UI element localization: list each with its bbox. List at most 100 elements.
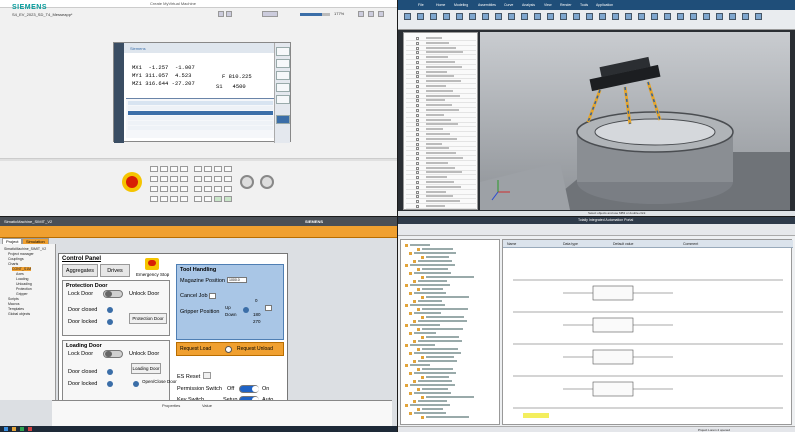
tree-row[interactable]	[406, 157, 476, 161]
mcp-key[interactable]	[150, 196, 158, 202]
tree-row[interactable]	[406, 166, 476, 171]
mcp-key[interactable]	[150, 166, 158, 172]
explorer-icon[interactable]	[12, 427, 16, 431]
tree-row[interactable]	[406, 113, 476, 118]
tree-row[interactable]	[406, 161, 476, 166]
softkey-6[interactable]	[276, 115, 290, 124]
checkbox-icon[interactable]	[416, 113, 419, 117]
magazine-position-input[interactable]: 1000.0	[227, 277, 247, 283]
ribbon-tool-icon[interactable]	[534, 13, 541, 20]
tree-row[interactable]	[406, 152, 476, 157]
gripper-rotate-button[interactable]	[265, 305, 272, 311]
ribbon-tool-icon[interactable]	[560, 13, 567, 20]
nav-item[interactable]: Gripper	[16, 292, 28, 296]
checkbox-icon[interactable]	[416, 205, 419, 208]
drives-button[interactable]: Drives	[100, 264, 130, 277]
tree-row[interactable]	[406, 128, 476, 133]
ribbon-tool-icon[interactable]	[456, 13, 463, 20]
mcp-key[interactable]	[180, 186, 188, 192]
checkbox-icon[interactable]	[416, 99, 419, 103]
mcp-key[interactable]	[194, 196, 202, 202]
checkbox-icon[interactable]	[416, 109, 419, 112]
nav-item[interactable]: Charts	[8, 262, 18, 266]
mcp-key[interactable]	[170, 166, 178, 172]
checkbox-icon[interactable]	[416, 51, 419, 55]
nav-item[interactable]: Project manager	[8, 252, 34, 256]
tree-row[interactable]	[406, 205, 476, 209]
checkbox-icon[interactable]	[416, 166, 419, 170]
mcp-key[interactable]	[194, 186, 202, 192]
ribbon-tool-icon[interactable]	[521, 13, 528, 20]
loading-door-button[interactable]: Loading Door	[131, 363, 161, 374]
softkey-5[interactable]	[276, 95, 290, 104]
ribbon-tool-icon[interactable]	[755, 13, 762, 20]
spindle-override-knob[interactable]	[260, 175, 274, 189]
nav-item[interactable]: Templates	[8, 307, 24, 311]
tree-row[interactable]	[406, 137, 476, 142]
mcp-key[interactable]	[170, 196, 178, 202]
refresh-icon[interactable]	[218, 11, 224, 17]
ribbon-tool-icon[interactable]	[690, 13, 697, 20]
checkbox-icon[interactable]	[416, 85, 419, 88]
emergency-stop-icon[interactable]	[145, 258, 159, 270]
mcp-key[interactable]	[194, 176, 202, 182]
ribbon-tool-icon[interactable]	[482, 13, 489, 20]
ribbon-tool-icon[interactable]	[586, 13, 593, 20]
aggregates-button[interactable]: Aggregates	[62, 264, 98, 277]
screenshot-icon[interactable]	[368, 11, 374, 17]
checkbox-icon[interactable]	[416, 123, 419, 127]
graphics-window[interactable]	[480, 32, 790, 210]
checkbox-icon[interactable]	[416, 181, 419, 184]
feed-override-knob[interactable]	[240, 175, 254, 189]
mcp-key[interactable]	[160, 196, 168, 202]
app-icon[interactable]	[28, 427, 32, 431]
tree-row[interactable]	[406, 85, 476, 89]
ribbon-tool-icon[interactable]	[573, 13, 580, 20]
tree-row[interactable]	[406, 133, 476, 137]
tree-row[interactable]	[406, 56, 476, 61]
mcp-key[interactable]	[180, 176, 188, 182]
nav-item-selected[interactable]: CONT_S1M	[12, 267, 32, 271]
mcp-key[interactable]	[150, 176, 158, 182]
checkbox-icon[interactable]	[416, 75, 419, 79]
menu-icon[interactable]	[378, 11, 384, 17]
tree-row[interactable]	[406, 99, 476, 104]
project-tab[interactable]: S4_EV_2023_SD_T4_Messeapp*	[12, 12, 73, 17]
ribbon-tool-icon[interactable]	[651, 13, 658, 20]
mcp-key[interactable]	[204, 166, 212, 172]
checkbox-icon[interactable]	[416, 56, 419, 60]
app-icon[interactable]	[20, 427, 24, 431]
emergency-stop-button[interactable]	[122, 172, 142, 192]
checkbox-icon[interactable]	[416, 190, 419, 194]
block-editor[interactable]: Name Data type Default value Comment	[502, 239, 793, 425]
mcp-key[interactable]	[170, 176, 178, 182]
mcp-key[interactable]	[214, 196, 222, 202]
ribbon-tool-icon[interactable]	[599, 13, 606, 20]
mcp-key[interactable]	[180, 166, 188, 172]
tree-row[interactable]	[406, 51, 476, 56]
tree-row[interactable]	[406, 41, 476, 46]
checkbox-icon[interactable]	[416, 118, 419, 122]
tree-row[interactable]	[406, 190, 476, 195]
request-load-button[interactable]	[225, 346, 232, 353]
checkbox-icon[interactable]	[416, 41, 419, 45]
ribbon-tool-icon[interactable]	[729, 13, 736, 20]
nav-item[interactable]: Macros	[8, 302, 19, 306]
tree-row[interactable]	[406, 185, 476, 190]
hmi-machine-menu[interactable]	[114, 43, 124, 143]
tree-row[interactable]	[406, 46, 476, 51]
mcp-key[interactable]	[160, 166, 168, 172]
permission-switch-toggle[interactable]	[239, 385, 259, 393]
mcp-key[interactable]	[204, 176, 212, 182]
mcp-key[interactable]	[204, 196, 212, 202]
tree-row[interactable]	[406, 37, 476, 41]
ribbon-tool-icon[interactable]	[716, 13, 723, 20]
checkbox-icon[interactable]	[416, 185, 419, 189]
checkbox-icon[interactable]	[416, 142, 419, 146]
nav-item[interactable]: SimaticMachine_SIMIT_V2	[4, 247, 46, 251]
checkbox-icon[interactable]	[416, 89, 419, 93]
mcp-key[interactable]	[214, 176, 222, 182]
mcp-key[interactable]	[224, 186, 232, 192]
tree-row[interactable]	[406, 118, 476, 123]
project-tree[interactable]	[400, 239, 500, 425]
